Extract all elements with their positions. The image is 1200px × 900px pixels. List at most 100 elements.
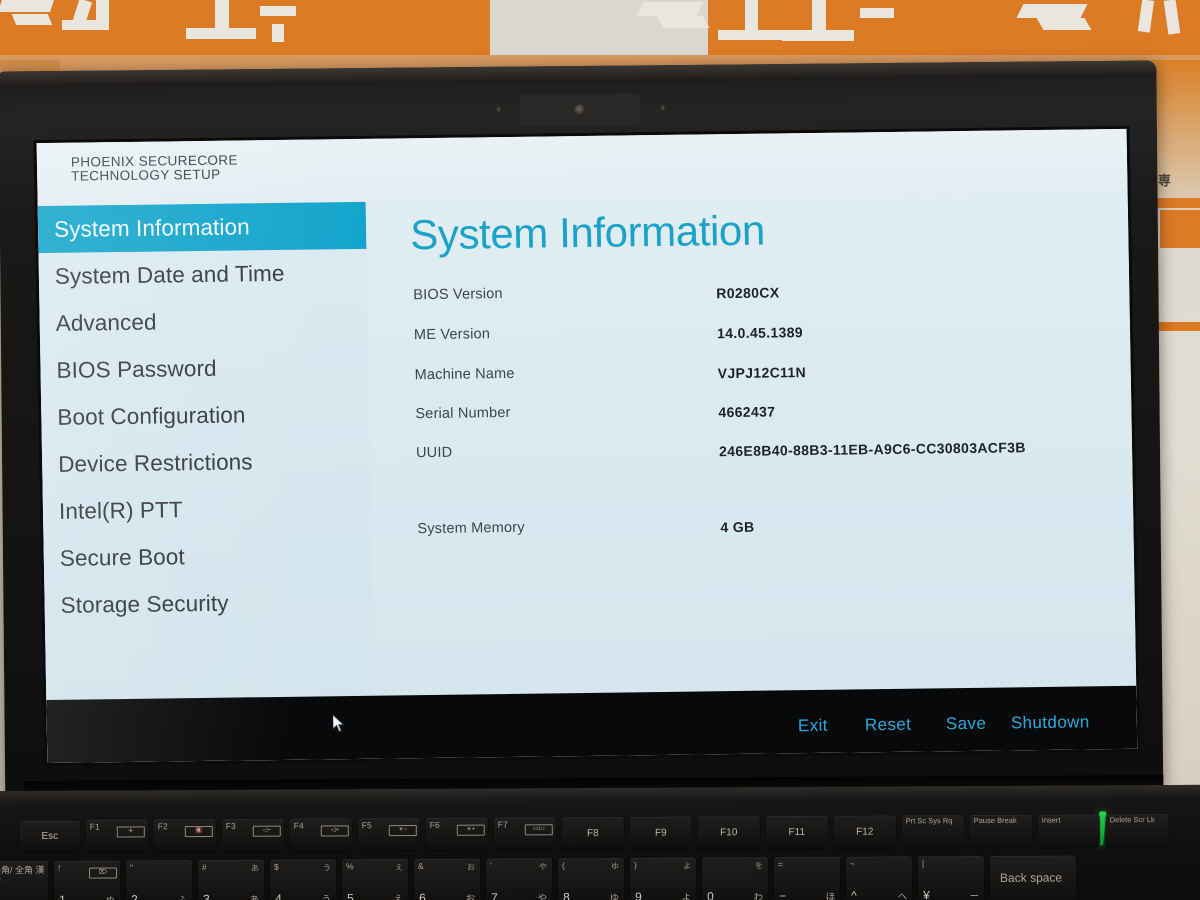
key-2[interactable]: " 2 ふ: [125, 860, 193, 900]
key-f1[interactable]: F1 ✈: [85, 819, 148, 852]
sidebar-item-boot-configuration[interactable]: Boot Configuration: [37, 390, 370, 441]
key-kana-label: ー: [969, 891, 980, 900]
webcam-icon: [573, 103, 587, 118]
key-4[interactable]: $ う 4 う: [269, 859, 337, 900]
key-kana-shift-label: え: [394, 863, 403, 873]
sidebar-item-system-information[interactable]: System Information: [36, 201, 367, 254]
key-5[interactable]: % え 5 え: [341, 859, 409, 900]
key-label: F12: [856, 826, 874, 838]
key-kana-shift-label: う: [322, 863, 331, 873]
key-f2[interactable]: F2 🔇: [153, 819, 216, 852]
reset-button[interactable]: Reset: [865, 715, 912, 736]
sidebar-item-system-date-and-time[interactable]: System Date and Time: [37, 249, 368, 300]
key-f4[interactable]: F4 ◁+: [289, 818, 352, 851]
shutdown-button[interactable]: Shutdown: [1011, 712, 1090, 733]
sidebar-item-device-restrictions[interactable]: Device Restrictions: [37, 437, 371, 488]
key-caret[interactable]: ~ ^ へ: [845, 856, 913, 900]
sidebar-item-label: BIOS Password: [56, 355, 217, 383]
display-switch-icon: ▭/▱: [524, 824, 553, 836]
key-label-shift: |: [921, 858, 925, 869]
key-f8[interactable]: F8: [561, 816, 624, 850]
key-9[interactable]: ) よ 9 よ: [629, 857, 697, 900]
sidebar-item-storage-security[interactable]: Storage Security: [37, 578, 373, 629]
key-delete[interactable]: Delete Scr Lk: [1105, 814, 1168, 847]
photograph-scene: C専 PHOENIX SECURECORE TECHNOLOGY SETUP S…: [0, 0, 1200, 900]
key-f11[interactable]: F11: [765, 815, 828, 849]
key-kana-label: や: [537, 893, 548, 900]
mouse-cursor-icon: [332, 714, 346, 733]
info-label: System Memory: [417, 519, 525, 538]
sidebar-item-advanced[interactable]: Advanced: [37, 296, 369, 347]
key-label: −: [779, 889, 787, 900]
key-label-line-2: Scr Lk: [1133, 815, 1155, 825]
sign-glyph: [260, 6, 296, 16]
key-pause-break[interactable]: Pause Break: [969, 814, 1032, 848]
microphone-icon: [496, 106, 501, 112]
microphone-icon: [660, 105, 665, 111]
info-label: Serial Number: [415, 404, 511, 423]
key-label: 5: [347, 891, 354, 900]
key-label: F4: [293, 820, 304, 831]
laptop-keyboard-deck: Esc F1 ✈ F2 🔇 F3 ◁− F4 ◁+ F5 ☀− F6 ☀+ F7…: [0, 775, 1200, 900]
key-label: ^: [851, 888, 857, 900]
sidebar-item-bios-password[interactable]: BIOS Password: [37, 343, 369, 394]
key-label-line-2: Break: [997, 815, 1017, 825]
key-label: F6: [429, 819, 440, 830]
key-label: Back space: [999, 870, 1063, 885]
key-label-shift: ~: [849, 858, 855, 869]
bios-sidebar[interactable]: System Information System Date and Time …: [36, 201, 376, 764]
key-8[interactable]: ( ゆ 8 ゆ: [557, 857, 625, 900]
key-1[interactable]: ! ⌦ 1 ぬ: [53, 860, 121, 900]
key-label: F10: [720, 826, 738, 838]
key-label: Esc: [41, 830, 59, 842]
volume-down-icon: ◁−: [252, 825, 281, 837]
bios-action-bar: Exit Reset Save Shutdown: [46, 685, 1138, 764]
sidebar-item-label: System Date and Time: [54, 260, 285, 289]
key-esc[interactable]: Esc: [19, 820, 80, 852]
key-f9[interactable]: F9: [629, 816, 692, 849]
key-0[interactable]: を 0 わ: [701, 857, 769, 900]
key-3[interactable]: # あ 3 あ: [197, 859, 265, 900]
key-print-screen[interactable]: Prt Sc Sys Rq: [901, 815, 964, 848]
exit-button[interactable]: Exit: [798, 716, 828, 736]
key-kana-label: ぬ: [106, 893, 116, 900]
key-label: F5: [361, 820, 372, 831]
key-yen[interactable]: | ¥ ー: [917, 855, 985, 900]
key-7[interactable]: ' や 7 や: [485, 858, 553, 900]
key-kana-shift-label: ゆ: [610, 861, 619, 871]
key-kana-shift-label: あ: [250, 863, 259, 873]
save-button[interactable]: Save: [946, 714, 987, 735]
key-label: Delete Scr Lk: [1110, 815, 1155, 825]
key-minus[interactable]: = − ほ: [773, 856, 841, 900]
key-f10[interactable]: F10: [697, 816, 760, 849]
key-f3[interactable]: F3 ◁−: [221, 818, 284, 851]
key-f12[interactable]: F12: [833, 815, 896, 848]
key-label-line-2: space: [1030, 870, 1063, 885]
key-insert[interactable]: Insert: [1037, 814, 1100, 847]
lid-top-edge: [0, 60, 1157, 88]
sidebar-item-label: Device Restrictions: [57, 448, 253, 477]
sign-glyph: [656, 16, 710, 28]
key-label-line-2: 全角: [14, 864, 34, 876]
key-label-shift: !: [57, 862, 61, 873]
sidebar-item-intel-ptt[interactable]: Intel(R) PTT: [37, 484, 372, 535]
key-label: F1: [89, 821, 100, 832]
key-label-shift: ': [489, 860, 492, 871]
key-hankaku-zenkaku[interactable]: 半角/ 全角 漢字: [0, 860, 49, 900]
key-kana-label: ほ: [825, 891, 836, 900]
key-f7[interactable]: F7 ▭/▱: [493, 817, 556, 850]
key-kana-label: お: [465, 893, 476, 900]
sign-glyph: [1016, 4, 1088, 18]
sign-glyph: [1036, 18, 1092, 30]
key-label-line-1: Back: [999, 870, 1027, 885]
sign-glyph: [11, 14, 53, 25]
info-row: UUID 246E8B40-88B3-11EB-A9C6-CC30803ACF3…: [416, 435, 1137, 461]
sidebar-item-secure-boot[interactable]: Secure Boot: [37, 531, 373, 582]
key-backspace[interactable]: Back space: [989, 855, 1077, 900]
key-f6[interactable]: F6 ☀+: [425, 817, 488, 850]
mute-icon: 🔇: [184, 826, 213, 838]
key-kana-label: ゆ: [609, 892, 620, 900]
key-f5[interactable]: F5 ☀−: [357, 817, 420, 851]
key-6[interactable]: & お 6 お: [413, 858, 481, 900]
key-label-shift: #: [201, 862, 207, 873]
